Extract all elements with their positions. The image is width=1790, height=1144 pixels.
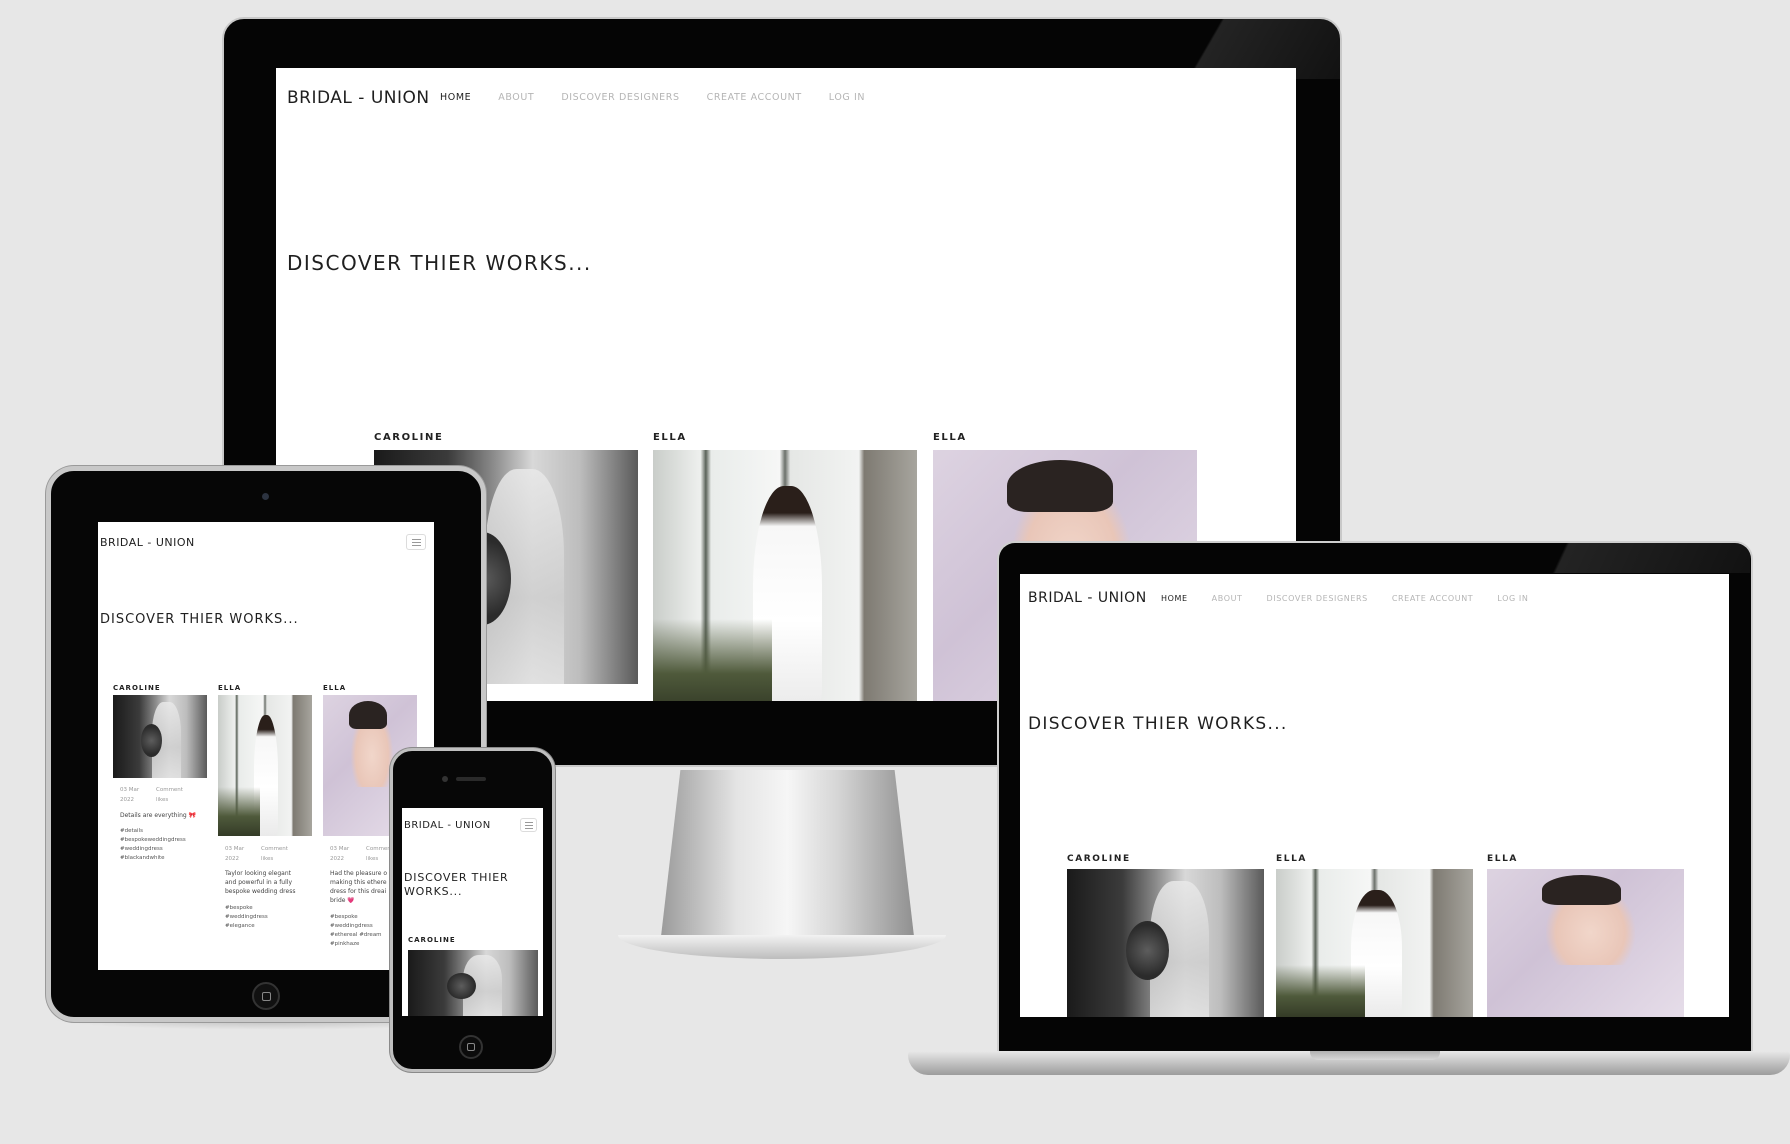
designer-name: CAROLINE (408, 936, 456, 944)
hamburger-icon[interactable] (406, 534, 426, 550)
page-heading-line-1: DISCOVER THIER (404, 871, 509, 884)
post-caption: Taylor looking elegant and powerful in a… (225, 870, 296, 895)
post-stats: Comment likes (156, 787, 183, 803)
nav-create-account[interactable]: CREATE ACCOUNT (707, 92, 802, 103)
designer-photo-ella[interactable] (653, 450, 917, 701)
page-heading: DISCOVER THIER WORKS... (1028, 714, 1288, 734)
nav-about[interactable]: ABOUT (1212, 594, 1243, 603)
designer-name: ELLA (933, 432, 967, 443)
page-heading: DISCOVER THIER WORKS... (287, 251, 592, 275)
designer-name: ELLA (218, 684, 242, 692)
site-brand[interactable]: BRIDAL - UNION (404, 820, 491, 831)
post-caption: Details are everything 🎀 (120, 812, 197, 819)
site-brand[interactable]: BRIDAL - UNION (100, 536, 195, 549)
desktop-stand-base (618, 935, 946, 959)
designer-name: ELLA (323, 684, 347, 692)
designer-photo-caroline[interactable] (1067, 869, 1264, 1017)
home-button-icon[interactable] (459, 1035, 483, 1059)
main-nav: HOME ABOUT DISCOVER DESIGNERS CREATE ACC… (1161, 594, 1528, 603)
hamburger-icon[interactable] (520, 818, 537, 832)
designer-name: ELLA (1487, 854, 1518, 864)
page-heading-line-2: WORKS... (404, 885, 463, 898)
nav-discover-designers[interactable]: DISCOVER DESIGNERS (1267, 594, 1368, 603)
camera-icon (262, 493, 269, 500)
nav-create-account[interactable]: CREATE ACCOUNT (1392, 594, 1473, 603)
designer-photo-caroline[interactable] (408, 950, 538, 1016)
home-button-icon[interactable] (252, 982, 280, 1010)
nav-home[interactable]: HOME (440, 92, 471, 103)
post-date: 03 Mar 2022 (330, 846, 350, 862)
designer-photo-ella[interactable] (1276, 869, 1473, 1017)
designer-name: CAROLINE (113, 684, 161, 692)
laptop-bezel-glare (1460, 543, 1750, 573)
designer-name: ELLA (653, 432, 687, 443)
site-brand[interactable]: BRIDAL - UNION (1028, 590, 1147, 606)
designer-photo-caroline[interactable] (113, 695, 207, 778)
post-stats: Comment likes (261, 846, 288, 862)
nav-discover-designers[interactable]: DISCOVER DESIGNERS (561, 92, 679, 103)
speaker-icon (456, 777, 486, 781)
site-brand[interactable]: BRIDAL - UNION (287, 88, 430, 108)
laptop-screen: BRIDAL - UNION HOME ABOUT DISCOVER DESIG… (1020, 574, 1729, 1017)
post-date: 03 Mar 2022 (225, 846, 245, 862)
page-heading: DISCOVER THIER WORKS... (100, 612, 299, 627)
designer-photo-ella-2[interactable] (1487, 869, 1684, 1017)
camera-icon (442, 776, 448, 782)
designer-name: CAROLINE (1067, 854, 1131, 864)
post-date: 03 Mar 2022 (120, 787, 140, 803)
designer-photo-ella[interactable] (218, 695, 312, 836)
post-tags: #details #bespokeweddingdress #weddingdr… (120, 828, 186, 861)
designer-name: CAROLINE (374, 432, 444, 443)
post-stats: Comment likes (366, 846, 393, 862)
post-tags: #bespoke #weddingdress #ethereal #dream … (330, 914, 382, 947)
designer-name: ELLA (1276, 854, 1307, 864)
main-nav: HOME ABOUT DISCOVER DESIGNERS CREATE ACC… (440, 92, 865, 103)
nav-log-in[interactable]: LOG IN (829, 92, 865, 103)
post-caption: Had the pleasure o making this ethere dr… (330, 870, 388, 904)
post-tags: #bespoke #weddingdress #elegance (225, 905, 268, 929)
phone-screen: BRIDAL - UNION DISCOVER THIER WORKS... C… (402, 808, 543, 1016)
desktop-stand-neck (660, 770, 915, 945)
laptop-hinge-notch (1310, 1051, 1440, 1060)
nav-about[interactable]: ABOUT (498, 92, 534, 103)
nav-log-in[interactable]: LOG IN (1497, 594, 1528, 603)
nav-home[interactable]: HOME (1161, 594, 1188, 603)
tablet-screen: BRIDAL - UNION DISCOVER THIER WORKS... C… (98, 522, 434, 970)
